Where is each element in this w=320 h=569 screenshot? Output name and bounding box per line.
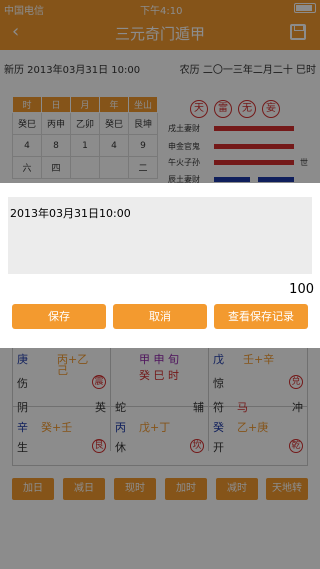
view-records-button[interactable]: 查看保存记录 — [214, 304, 308, 329]
cancel-button[interactable]: 取消 — [113, 304, 207, 329]
save-dialog: 2013年03月31日10:00 100 保存 取消 查看保存记录 — [0, 183, 320, 348]
note-textarea[interactable]: 2013年03月31日10:00 — [8, 197, 312, 274]
char-count: 100 — [289, 282, 314, 297]
save-button[interactable]: 保存 — [12, 304, 106, 329]
